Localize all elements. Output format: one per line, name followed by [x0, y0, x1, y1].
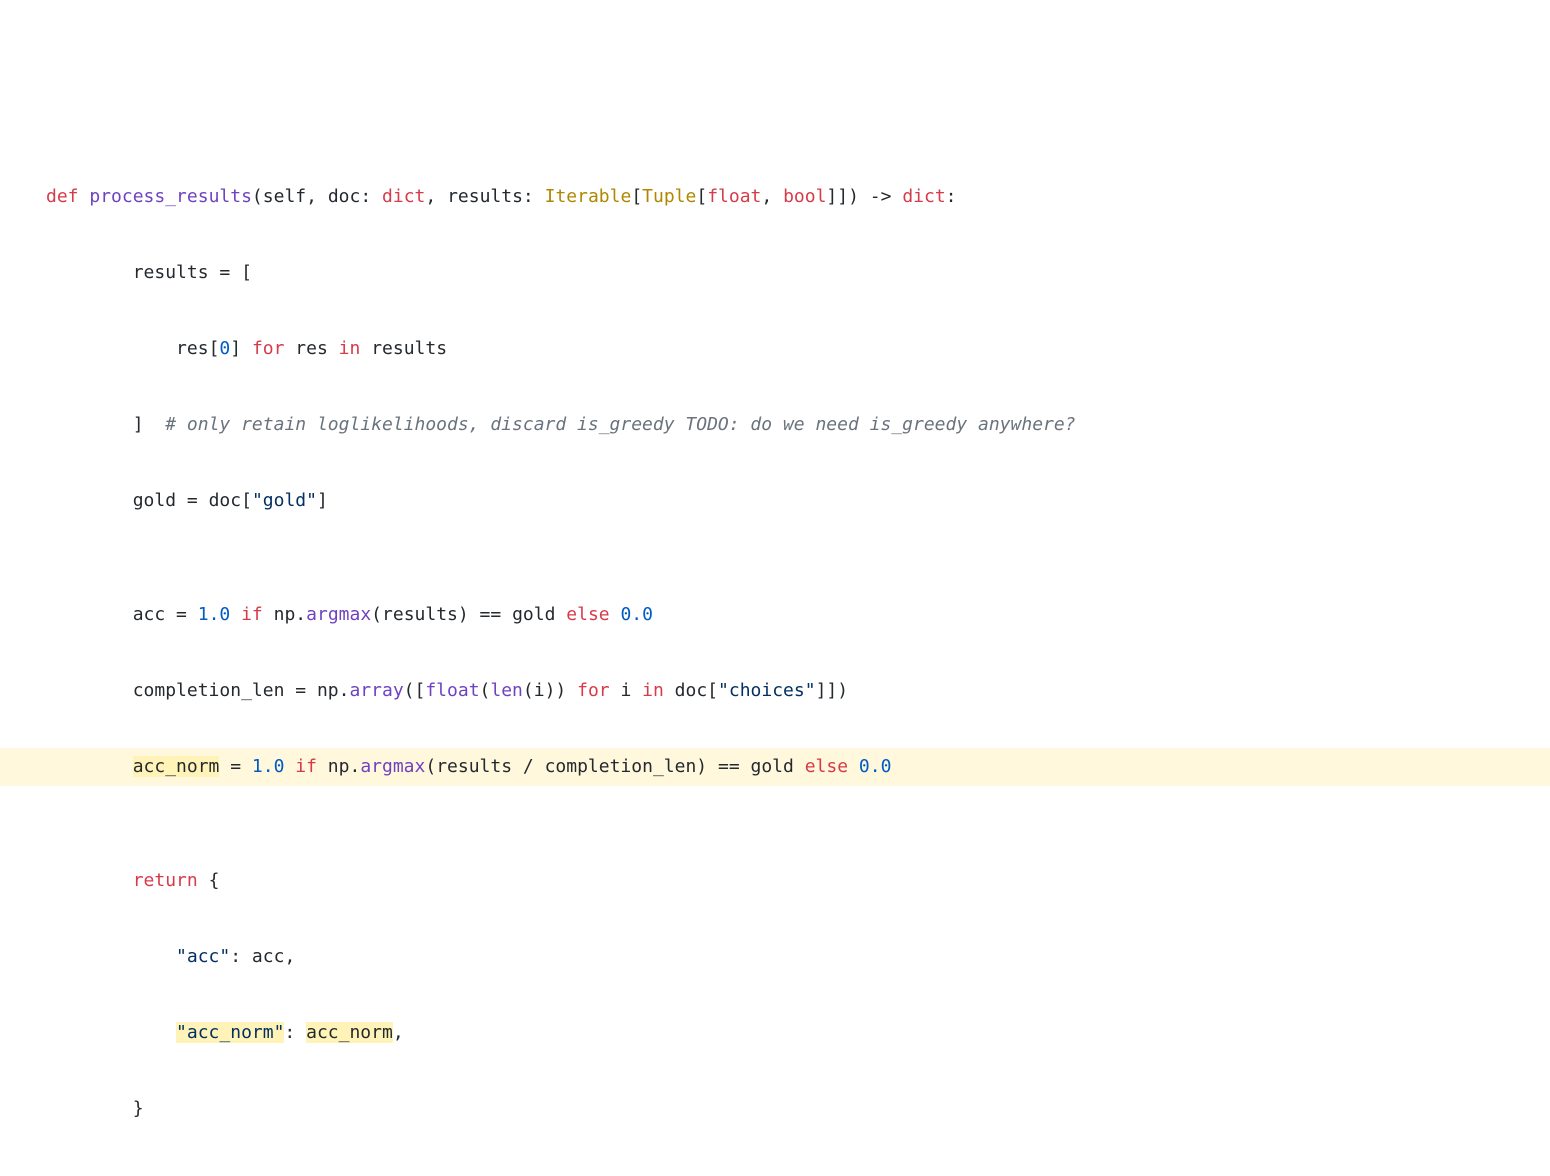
type-dict: dict	[382, 186, 425, 207]
type-iterable: Iterable	[545, 186, 632, 207]
fn-argmax: argmax	[360, 756, 425, 777]
code-line-5: gold = doc["gold"]	[0, 482, 1550, 520]
var-gold: gold	[133, 490, 176, 511]
keyword-in: in	[339, 338, 361, 359]
dict-val-acc-norm: acc_norm	[306, 1022, 393, 1043]
var-acc: acc	[133, 604, 166, 625]
code-line-4: ] # only retain loglikelihoods, discard …	[0, 406, 1550, 444]
comment: # only retain loglikelihoods, discard is…	[165, 414, 1075, 435]
type-tuple: Tuple	[642, 186, 696, 207]
code-line-3: res[0] for res in results	[0, 330, 1550, 368]
var-results: results	[133, 262, 209, 283]
fn-len: len	[490, 680, 523, 701]
code-line-7: acc = 1.0 if np.argmax(results) == gold …	[0, 596, 1550, 634]
param-doc: doc	[328, 186, 361, 207]
code-line-8: completion_len = np.array([float(len(i))…	[0, 672, 1550, 710]
fn-float: float	[425, 680, 479, 701]
code-line-2: results = [	[0, 254, 1550, 292]
dict-key-acc: "acc"	[176, 946, 230, 967]
code-line-14: }	[0, 1090, 1550, 1128]
fn-argmax: argmax	[306, 604, 371, 625]
function-name: process_results	[89, 186, 252, 207]
code-line-11: return {	[0, 862, 1550, 900]
index-zero: 0	[219, 338, 230, 359]
keyword-if: if	[230, 604, 273, 625]
fn-array: array	[349, 680, 403, 701]
lparen: (	[252, 186, 263, 207]
var-acc-norm: acc_norm	[133, 756, 220, 777]
keyword-for: for	[252, 338, 285, 359]
code-line-13: "acc_norm": acc_norm,	[0, 1014, 1550, 1052]
keyword-def: def	[46, 186, 79, 207]
keyword-return: return	[133, 870, 198, 891]
keyword-else: else	[555, 604, 620, 625]
code-line-12: "acc": acc,	[0, 938, 1550, 976]
var-completion-len: completion_len	[133, 680, 285, 701]
string-gold: "gold"	[252, 490, 317, 511]
type-bool: bool	[783, 186, 826, 207]
return-type: dict	[902, 186, 945, 207]
string-choices: "choices"	[718, 680, 816, 701]
code-line-9-highlighted: acc_norm = 1.0 if np.argmax(results / co…	[0, 748, 1550, 786]
type-float: float	[707, 186, 761, 207]
dict-key-acc-norm: "acc_norm"	[176, 1022, 284, 1043]
param-self: self	[263, 186, 306, 207]
param-results: results	[447, 186, 523, 207]
code-line-1: def process_results(self, doc: dict, res…	[0, 178, 1550, 216]
